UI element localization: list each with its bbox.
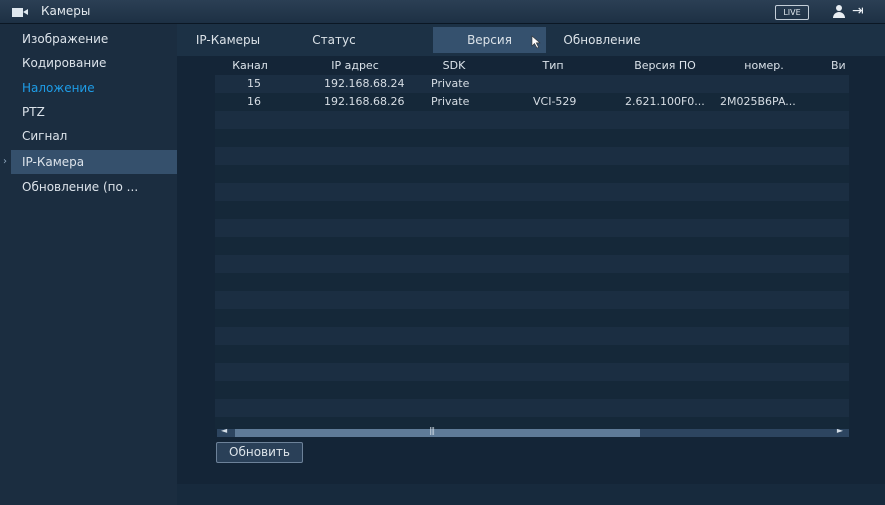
sidebar-item-signal[interactable]: Сигнал [11, 124, 177, 148]
sidebar-item-ip-camera[interactable]: › IP-Камера [3, 150, 177, 174]
column-header-ip-address[interactable]: IP адрес [310, 57, 400, 75]
sidebar-item-label: IP-Камера [22, 155, 85, 169]
cell-ip-address: 192.168.68.26 [324, 95, 405, 108]
cell-software-version: 2.621.100F0... [625, 95, 705, 108]
cell-type: VCI-529 [533, 95, 577, 108]
tab-bar: IP-Камеры Статус Версия Обновление [177, 24, 885, 56]
cell-channel: 15 [247, 77, 261, 90]
sidebar: Изображение Кодирование Наложение PTZ Си… [0, 24, 177, 505]
tab-update[interactable]: Обновление [556, 27, 648, 53]
bottom-strip [177, 484, 885, 505]
empty-row [215, 399, 849, 417]
scroll-left-arrow-icon[interactable]: ◄ [221, 426, 227, 435]
cell-channel: 16 [247, 95, 261, 108]
empty-row [215, 381, 849, 399]
empty-row [215, 363, 849, 381]
sidebar-item-image[interactable]: Изображение [11, 27, 177, 51]
empty-row [215, 255, 849, 273]
live-button[interactable]: LIVE [775, 5, 809, 20]
mouse-cursor-icon [531, 35, 541, 49]
scroll-right-arrow-icon[interactable]: ► [837, 426, 843, 435]
camera-icon [12, 8, 28, 17]
empty-row [215, 201, 849, 219]
tab-ip-cameras[interactable]: IP-Камеры [189, 27, 267, 53]
empty-row [215, 165, 849, 183]
cell-number [720, 75, 816, 93]
table-header: Канал IP адрес SDK Тип Версия ПО номер. … [215, 57, 849, 75]
column-header-sdk[interactable]: SDK [424, 57, 484, 75]
empty-row [215, 237, 849, 255]
column-header-truncated[interactable]: Ви [831, 57, 849, 75]
column-header-number[interactable]: номер. [727, 57, 801, 75]
version-table: Канал IP адрес SDK Тип Версия ПО номер. … [215, 57, 849, 429]
sidebar-item-encoding[interactable]: Кодирование [11, 51, 177, 75]
cell-ip-address: 192.168.68.24 [324, 77, 405, 90]
tab-status[interactable]: Статус [295, 27, 373, 53]
chevron-right-icon: › [3, 156, 7, 167]
empty-row [215, 219, 849, 237]
app-title: Камеры [41, 4, 91, 18]
empty-row [215, 309, 849, 327]
cell-type [533, 75, 603, 93]
table-row[interactable]: 15 192.168.68.24 Private [215, 75, 849, 93]
top-bar: Камеры LIVE ⇥ [0, 0, 885, 24]
cell-sdk: Private [431, 77, 470, 90]
column-header-software-version[interactable]: Версия ПО [619, 57, 711, 75]
logout-icon[interactable]: ⇥ [852, 3, 864, 19]
user-icon[interactable] [832, 5, 846, 19]
tab-version[interactable]: Версия [433, 27, 546, 53]
empty-row [215, 417, 849, 429]
empty-row [215, 147, 849, 165]
cell-number: 2M025B6PA... [720, 95, 796, 108]
refresh-button[interactable]: Обновить [216, 442, 303, 463]
empty-row [215, 291, 849, 309]
empty-row [215, 345, 849, 363]
empty-row [215, 327, 849, 345]
column-header-channel[interactable]: Канал [225, 57, 275, 75]
grip-icon: ||| [429, 426, 435, 435]
empty-row [215, 129, 849, 147]
sidebar-item-overlay[interactable]: Наложение [11, 76, 177, 100]
cell-sdk: Private [431, 95, 470, 108]
sidebar-item-ptz[interactable]: PTZ [11, 100, 177, 124]
main-panel: IP-Камеры Статус Версия Обновление Канал… [177, 24, 885, 505]
table-row[interactable]: 16 192.168.68.26 Private VCI-529 2.621.1… [215, 93, 849, 111]
empty-row [215, 183, 849, 201]
empty-row [215, 273, 849, 291]
horizontal-scrollbar[interactable]: ◄ ||| ► [217, 426, 849, 437]
column-header-type[interactable]: Тип [523, 57, 583, 75]
sidebar-item-update[interactable]: Обновление (по ... [11, 175, 177, 199]
empty-row [215, 111, 849, 129]
cell-software-version [625, 75, 715, 93]
scrollbar-thumb[interactable] [235, 429, 640, 437]
